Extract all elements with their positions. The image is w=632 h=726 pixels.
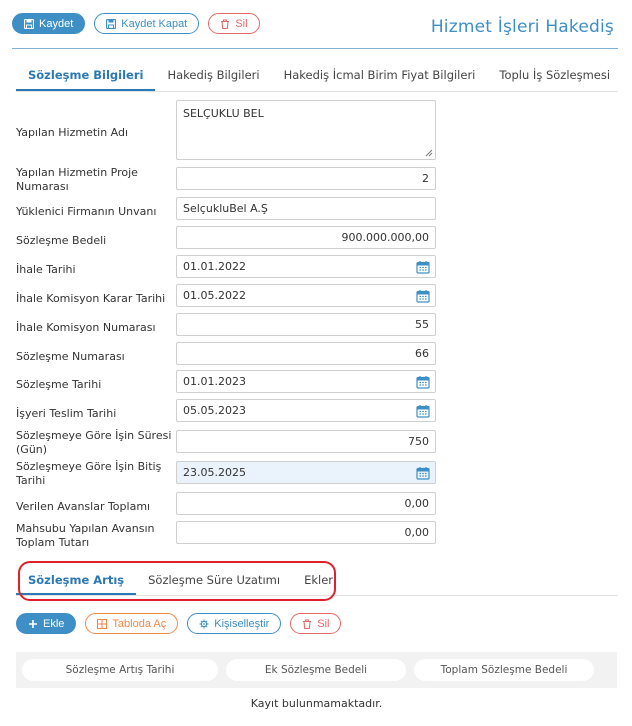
plus-icon: [29, 619, 37, 628]
save-close-button-label: Kaydet Kapat: [121, 17, 188, 30]
offset-advance-total-input[interactable]: 0,00: [176, 521, 436, 544]
calendar-icon[interactable]: [416, 289, 430, 303]
service-name-value: SELÇUKLU BEL: [183, 107, 264, 120]
project-no-value: 2: [422, 172, 429, 185]
offset-advance-total-label: Mahsubu Yapılan Avansın Toplam Tutarı: [16, 522, 155, 549]
project-no-label: Yapılan Hizmetin Proje Numarası: [16, 166, 138, 193]
commission-decision-date-label: İhale Komisyon Karar Tarihi: [16, 292, 166, 305]
save-button-label: Kaydet: [39, 17, 74, 30]
trash-icon: [221, 18, 230, 29]
tab-summary-unit-price[interactable]: Hakediş İcmal Birim Fiyat Bilgileri: [272, 62, 488, 91]
calendar-icon[interactable]: [416, 466, 430, 480]
contract-amount-label: Sözleşme Bedeli: [16, 234, 107, 247]
save-close-button[interactable]: Kaydet Kapat: [94, 13, 200, 34]
main-toolbar: Kaydet Kaydet Kapat Sil: [12, 13, 260, 34]
floppy-disk-icon: [24, 18, 34, 29]
table-grid-icon: [97, 618, 108, 629]
column-header-additional-amount[interactable]: Ek Sözleşme Bedeli: [226, 659, 406, 681]
add-button-label: Ekle: [43, 617, 65, 630]
project-no-input[interactable]: 2: [176, 167, 436, 190]
tender-date-input[interactable]: 01.01.2022: [176, 255, 436, 278]
end-date-label: Sözleşmeye Göre İşin Bitiş Tarihi: [16, 460, 162, 487]
commission-no-value: 55: [415, 318, 429, 331]
main-tabs: Sözleşme Bilgileri Hakediş Bilgileri Hak…: [16, 62, 618, 92]
contract-date-label: Sözleşme Tarihi: [16, 378, 102, 391]
empty-table-message: Kayıt bulunmamaktadır.: [250, 697, 383, 710]
grid-delete-button-label: Sil: [317, 617, 330, 630]
customize-button[interactable]: Kişiselleştir: [187, 613, 282, 634]
open-table-button[interactable]: Tabloda Aç: [85, 613, 179, 634]
contract-date-input[interactable]: 01.01.2023: [176, 370, 436, 393]
title-divider: [12, 48, 618, 49]
contract-no-value: 66: [415, 347, 429, 360]
site-delivery-date-value: 05.05.2023: [183, 404, 246, 417]
commission-no-label: İhale Komisyon Numarası: [16, 321, 156, 334]
calendar-icon[interactable]: [416, 260, 430, 274]
advances-total-input[interactable]: 0,00: [176, 492, 436, 515]
tab-contract-info[interactable]: Sözleşme Bilgileri: [16, 62, 156, 91]
delete-button-label: Sil: [235, 17, 248, 30]
advances-total-label: Verilen Avanslar Toplamı: [16, 500, 151, 513]
contract-date-value: 01.01.2023: [183, 375, 246, 388]
contract-no-input[interactable]: 66: [176, 342, 436, 365]
grid-toolbar: Ekle Tabloda Aç Kişiselleştir Sil: [16, 613, 342, 634]
site-delivery-date-input[interactable]: 05.05.2023: [176, 399, 436, 422]
commission-no-input[interactable]: 55: [176, 313, 436, 336]
duration-days-input[interactable]: 750: [176, 430, 436, 453]
tender-date-value: 01.01.2022: [183, 260, 246, 273]
calendar-icon[interactable]: [416, 375, 430, 389]
table-header: Sözleşme Artış Tarihi Ek Sözleşme Bedeli…: [16, 652, 617, 688]
commission-decision-date-input[interactable]: 01.05.2022: [176, 284, 436, 307]
contractor-label: Yüklenici Firmanın Unvanı: [16, 205, 157, 218]
page-title: Hizmet İşleri Hakediş: [430, 17, 614, 37]
delete-button[interactable]: Sil: [208, 13, 260, 34]
tender-date-label: İhale Tarihi: [16, 263, 76, 276]
contractor-value: SelçukluBel A.Ş: [183, 202, 268, 215]
duration-days-value: 750: [408, 435, 429, 448]
commission-decision-date-value: 01.05.2022: [183, 289, 246, 302]
floppy-disk-icon: [106, 18, 117, 29]
annotation-highlight-box: [18, 561, 336, 601]
save-button[interactable]: Kaydet: [12, 13, 86, 34]
column-header-total-amount[interactable]: Toplam Sözleşme Bedeli: [414, 659, 594, 681]
contract-amount-input[interactable]: 900.000.000,00: [176, 226, 436, 249]
form-row-service-name: Yapılan Hizmetin Adı SELÇUKLU BEL: [16, 100, 436, 160]
tab-collective-agreement[interactable]: Toplu İş Sözleşmesi: [487, 62, 622, 91]
contract-amount-value: 900.000.000,00: [341, 231, 429, 244]
service-name-label: Yapılan Hizmetin Adı: [16, 126, 129, 139]
end-date-value: 23.05.2025: [183, 466, 246, 479]
open-table-button-label: Tabloda Aç: [112, 617, 167, 630]
advances-total-value: 0,00: [404, 497, 430, 510]
add-button[interactable]: Ekle: [16, 613, 77, 634]
offset-advance-total-value: 0,00: [404, 526, 430, 539]
end-date-input[interactable]: 23.05.2025: [176, 461, 436, 484]
service-name-textarea[interactable]: SELÇUKLU BEL: [176, 100, 436, 160]
column-header-increase-date[interactable]: Sözleşme Artış Tarihi: [22, 659, 218, 681]
calendar-icon[interactable]: [416, 404, 430, 418]
customize-button-label: Kişiselleştir: [214, 617, 270, 630]
resize-grip-icon[interactable]: [425, 149, 433, 157]
contractor-input[interactable]: SelçukluBel A.Ş: [176, 197, 436, 220]
duration-days-label: Sözleşmeye Göre İşin Süresi (Gün): [16, 429, 172, 456]
gear-icon: [199, 619, 209, 628]
contract-no-label: Sözleşme Numarası: [16, 350, 125, 363]
trash-icon: [303, 618, 312, 629]
tab-progress-info[interactable]: Hakediş Bilgileri: [155, 62, 271, 91]
grid-delete-button[interactable]: Sil: [290, 613, 342, 634]
site-delivery-date-label: İşyeri Teslim Tarihi: [16, 407, 117, 420]
